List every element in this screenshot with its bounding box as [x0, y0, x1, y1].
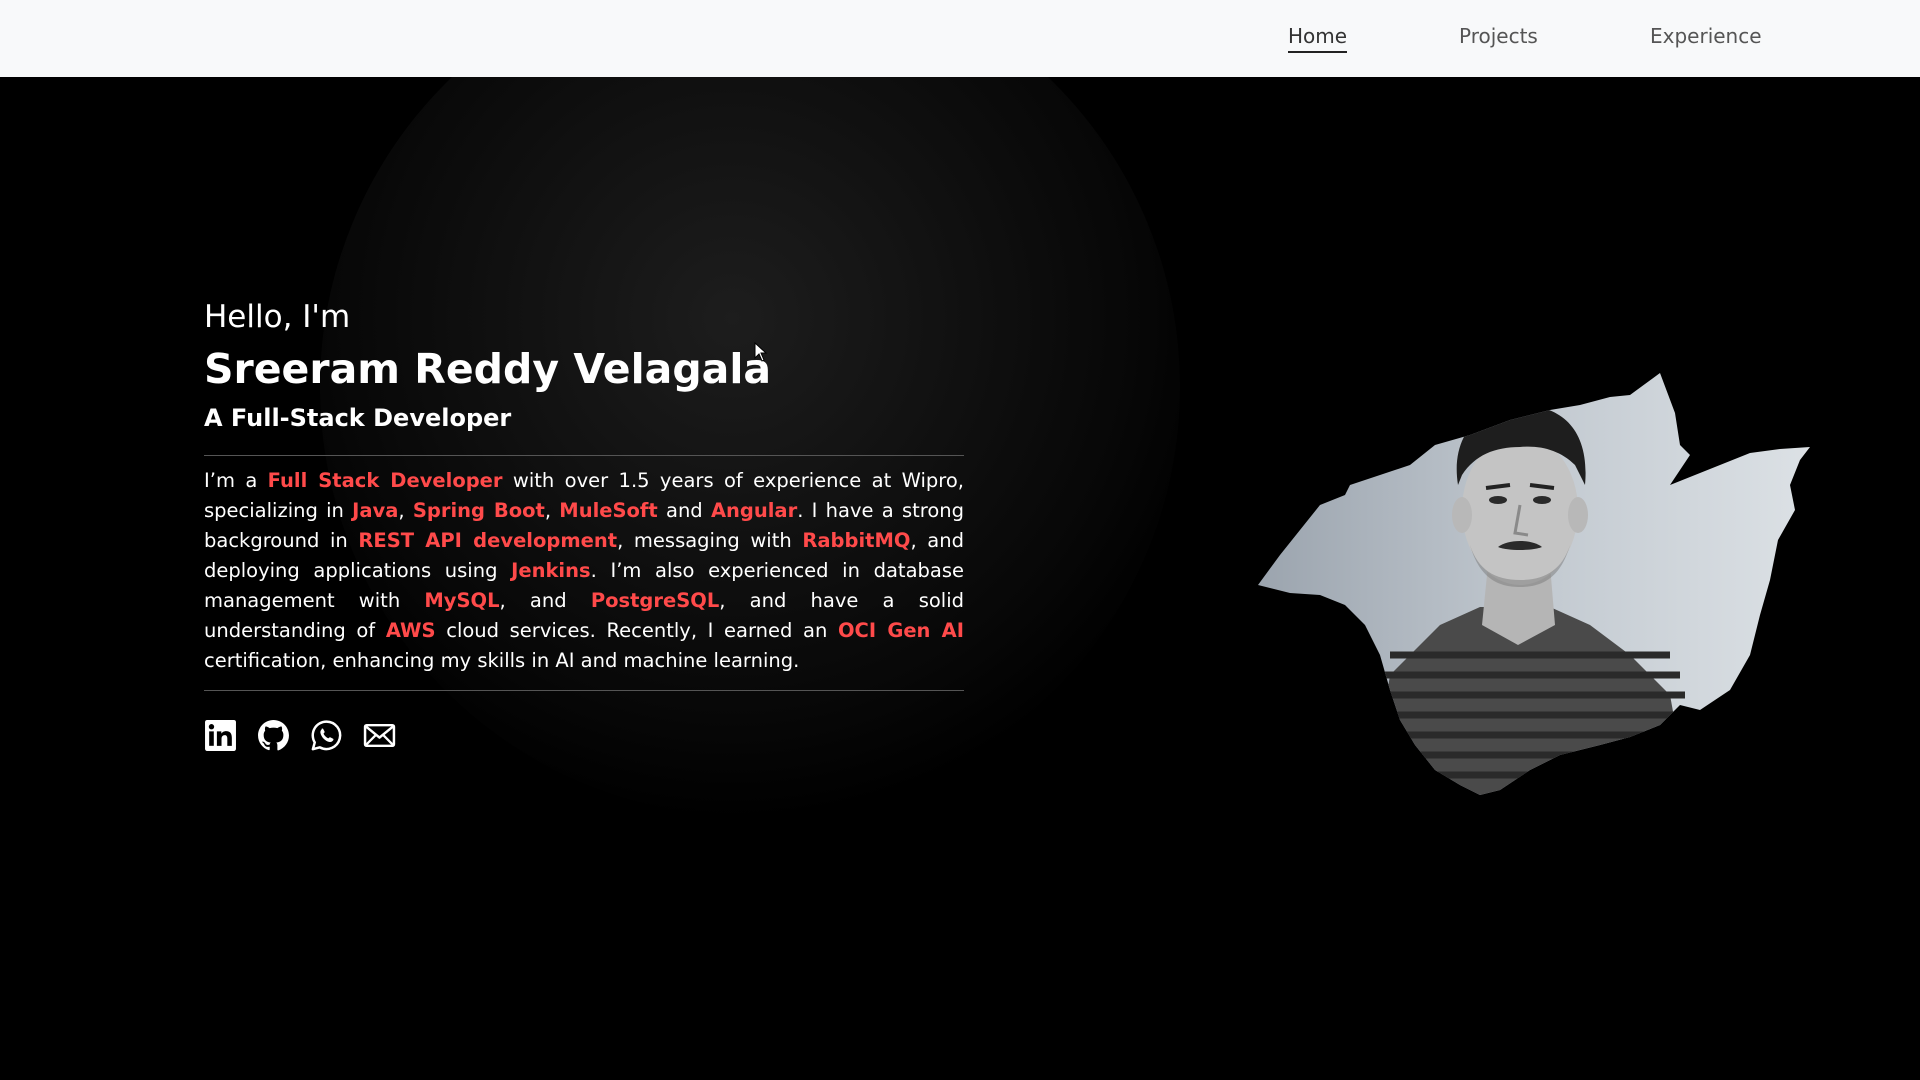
linkedin-icon[interactable]	[204, 719, 237, 752]
nav-experience-link[interactable]: Experience	[1650, 24, 1762, 48]
highlighted-skill: Full Stack Developer	[267, 469, 503, 492]
highlighted-skill: Angular	[710, 499, 798, 522]
nav-home-link[interactable]: Home	[1288, 24, 1348, 53]
bio-text: , messaging with	[617, 529, 803, 552]
divider-bottom	[204, 690, 964, 691]
bio-text: ,	[544, 499, 560, 522]
highlighted-skill: OCI Gen AI	[837, 619, 964, 642]
highlighted-skill: Java	[352, 499, 399, 522]
bio-text: I’m a	[204, 469, 268, 492]
highlighted-skill: RabbitMQ	[802, 529, 911, 552]
bio-text: ,	[398, 499, 413, 522]
highlighted-skill: Spring Boot	[412, 499, 545, 522]
greeting: Hello, I'm	[204, 299, 351, 335]
bio-text: and	[657, 499, 711, 522]
mouse-cursor-icon	[754, 342, 768, 362]
highlighted-skill: MuleSoft	[559, 499, 658, 522]
bio-text: certification, enhancing my skills in AI…	[204, 649, 800, 672]
social-links	[204, 719, 964, 752]
highlighted-skill: REST API development	[358, 529, 618, 552]
bio-paragraph: I’m a Full Stack Developer with over 1.5…	[204, 466, 964, 676]
highlighted-skill: AWS	[385, 619, 436, 642]
github-icon[interactable]	[257, 719, 290, 752]
nav-projects-link[interactable]: Projects	[1459, 24, 1538, 48]
highlighted-skill: Jenkins	[511, 559, 591, 582]
intro-block: Hello, I'm Sreeram Reddy Velagala A Full…	[204, 297, 964, 752]
highlighted-skill: PostgreSQL	[590, 589, 720, 612]
navbar: Home Projects Experience	[0, 0, 1920, 77]
bio-text: , and	[499, 589, 591, 612]
hero-section: Hello, I'm Sreeram Reddy Velagala A Full…	[0, 77, 1920, 1080]
bio-text: cloud services. Recently, I earned an	[435, 619, 838, 642]
divider-top	[204, 455, 964, 456]
highlighted-skill: MySQL	[424, 589, 500, 612]
developer-role: A Full-Stack Developer	[204, 404, 512, 432]
mail-icon[interactable]	[363, 719, 396, 752]
profile-photo	[1250, 325, 1820, 805]
developer-name: Sreeram Reddy Velagala	[204, 345, 772, 393]
whatsapp-icon[interactable]	[310, 719, 343, 752]
